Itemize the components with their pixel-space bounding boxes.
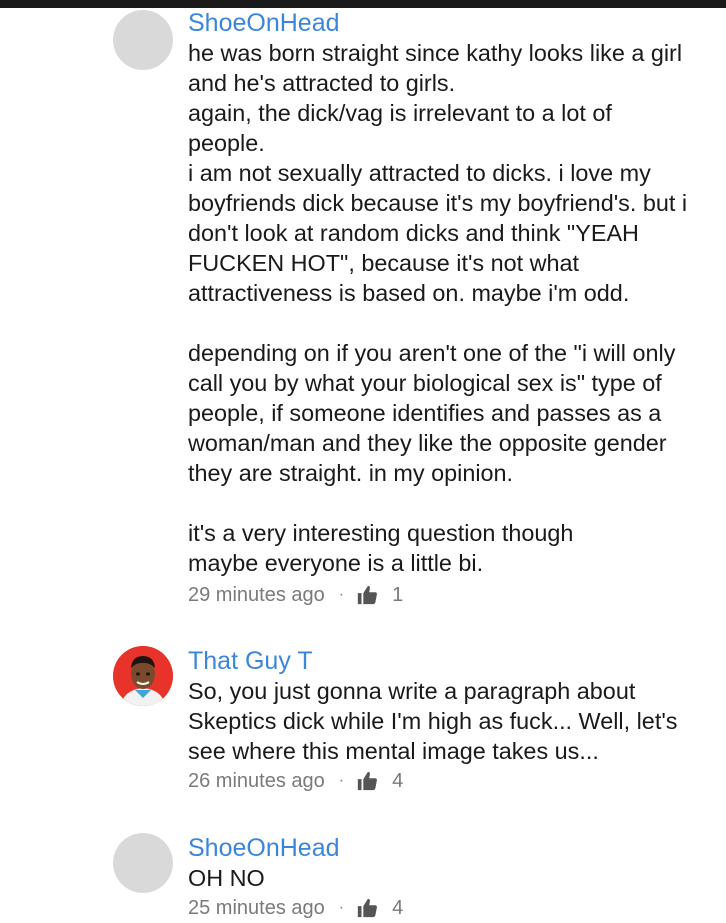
comment-text-line: So, you just gonna write a paragraph abo… bbox=[188, 678, 636, 704]
meta-separator: · bbox=[338, 772, 345, 789]
comment-timestamp: 29 minutes ago bbox=[188, 584, 325, 606]
comment-text-line bbox=[188, 488, 726, 518]
comment-body: That Guy T So, you just gonna write a pa… bbox=[188, 646, 726, 796]
cartoon-avatar-icon bbox=[113, 646, 173, 706]
comment-text-line: people, if someone identifies and passes… bbox=[188, 400, 662, 426]
comment-author[interactable]: ShoeOnHead bbox=[188, 833, 726, 863]
comment-text: OH NO bbox=[188, 863, 726, 893]
like-count: 4 bbox=[392, 770, 404, 792]
comment-text-line: don't look at random dicks and think "YE… bbox=[188, 220, 639, 246]
comment-text-line: it's a very interesting question though bbox=[188, 520, 574, 546]
comment-text-line: people. bbox=[188, 130, 265, 156]
comment-text-line: Skeptics dick while I'm high as fuck... … bbox=[188, 708, 678, 734]
thumbs-up-icon[interactable] bbox=[356, 897, 378, 919]
comment-text: So, you just gonna write a paragraph abo… bbox=[188, 676, 726, 766]
comment-meta: 26 minutes ago · 4 bbox=[188, 766, 726, 796]
comment-meta: 29 minutes ago · 1 bbox=[188, 580, 726, 610]
meta-separator: · bbox=[338, 586, 345, 603]
comment-text-line: i am not sexually attracted to dicks. i … bbox=[188, 160, 651, 186]
top-bar bbox=[0, 0, 726, 8]
comment-timestamp: 25 minutes ago bbox=[188, 897, 325, 919]
avatar[interactable] bbox=[113, 10, 173, 70]
comment-body: ShoeOnHead he was born straight since ka… bbox=[188, 8, 726, 610]
comment-text-line: call you by what your biological sex is"… bbox=[188, 370, 662, 396]
comment-text-line: see where this mental image takes us... bbox=[188, 738, 599, 764]
comment-body: ShoeOnHead OH NO 25 minutes ago · 4 bbox=[188, 833, 726, 923]
comment-text: he was born straight since kathy looks l… bbox=[188, 38, 726, 578]
comment-text-line: he was born straight since kathy looks l… bbox=[188, 40, 683, 66]
thumbs-up-icon[interactable] bbox=[356, 584, 378, 606]
like-count: 1 bbox=[392, 584, 404, 606]
comment-text-line: and he's attracted to girls. bbox=[188, 70, 456, 96]
comment-text-line: again, the dick/vag is irrelevant to a l… bbox=[188, 100, 612, 126]
comment-text-line: they are straight. in my opinion. bbox=[188, 460, 514, 486]
meta-separator: · bbox=[338, 899, 345, 916]
avatar[interactable] bbox=[113, 833, 173, 893]
like-count: 4 bbox=[392, 897, 404, 919]
comment-text-line: OH NO bbox=[188, 865, 265, 891]
comment-text-line: woman/man and they like the opposite gen… bbox=[188, 430, 667, 456]
comment-timestamp: 26 minutes ago bbox=[188, 770, 325, 792]
comment-text-line bbox=[188, 308, 726, 338]
comment-author[interactable]: That Guy T bbox=[188, 646, 726, 676]
comment-text-line: boyfriends dick because it's my boyfrien… bbox=[188, 190, 688, 216]
avatar[interactable] bbox=[113, 646, 173, 706]
comment-meta: 25 minutes ago · 4 bbox=[188, 893, 726, 923]
thumbs-up-icon[interactable] bbox=[356, 770, 378, 792]
comment-author[interactable]: ShoeOnHead bbox=[188, 8, 726, 38]
comment-text-line: depending on if you aren't one of the "i… bbox=[188, 340, 676, 366]
comment-text-line: attractiveness is based on. maybe i'm od… bbox=[188, 280, 630, 306]
comment-text-line: FUCKEN HOT", because it's not what bbox=[188, 250, 580, 276]
comment-text-line: maybe everyone is a little bi. bbox=[188, 550, 484, 576]
